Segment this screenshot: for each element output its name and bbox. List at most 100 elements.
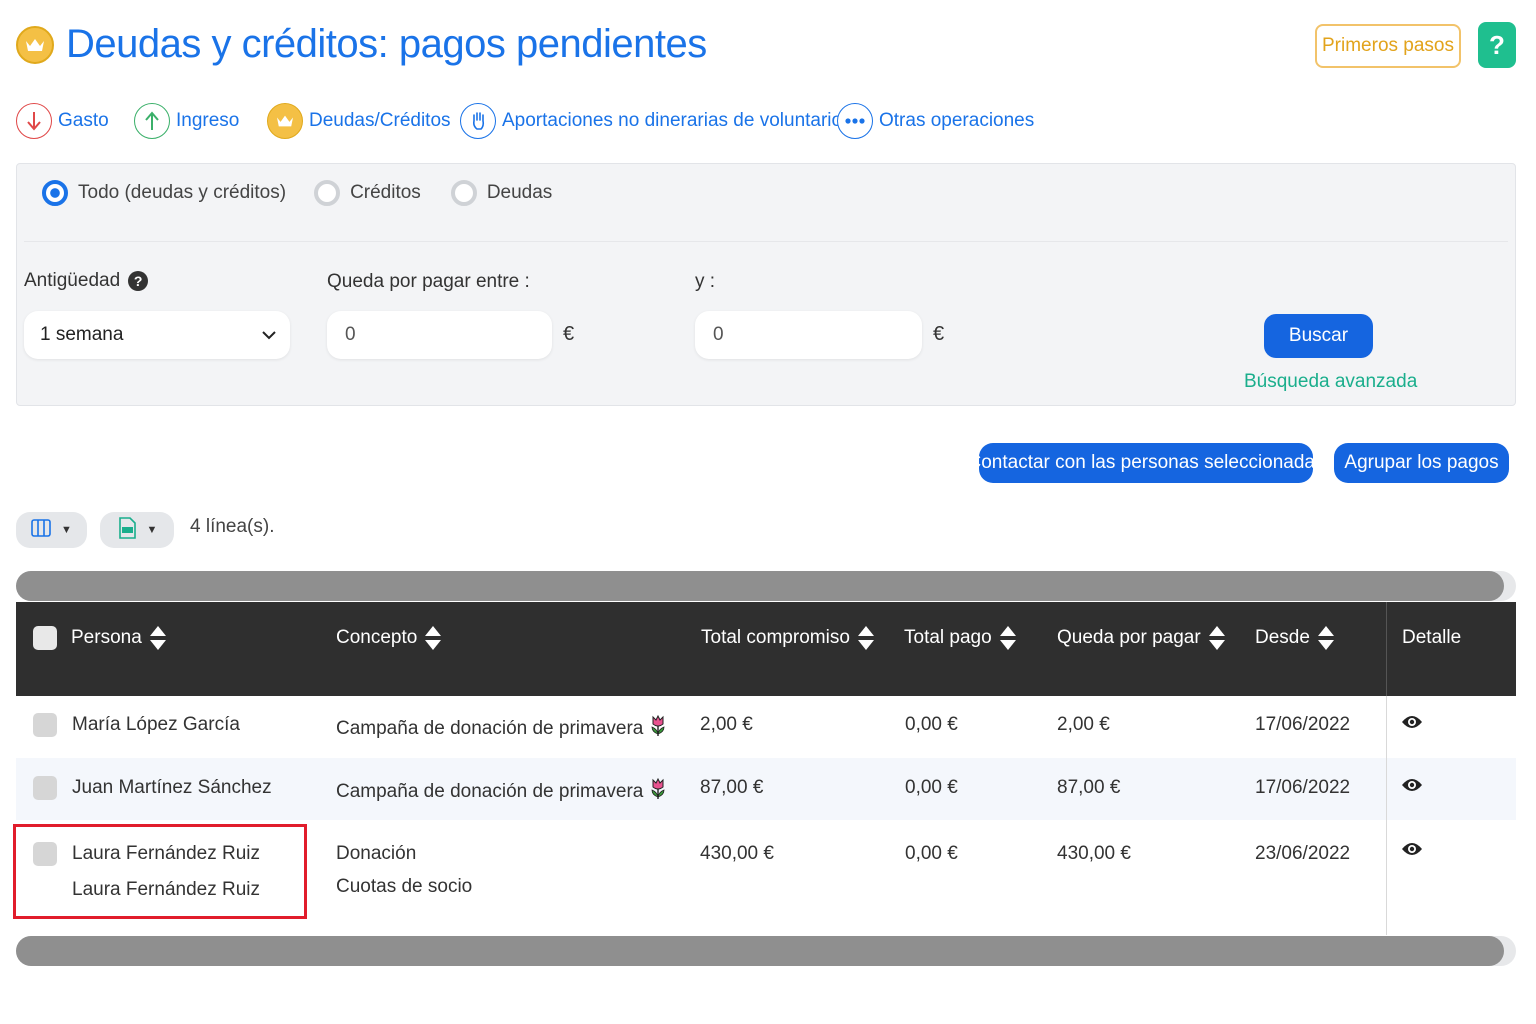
caret-down-icon: ▼ [61,524,72,536]
contactar-button[interactable]: Contactar con las personas seleccionadas [968,443,1325,483]
busqueda-avanzada-link[interactable]: Búsqueda avanzada [1244,371,1417,393]
cell-total-compromiso: 430,00 € [700,843,774,864]
crown-icon [267,103,303,139]
cell-persona[interactable]: Juan Martínez Sánchez [72,777,272,799]
filter-type-radios: Todo (deudas y créditos) Créditos Deudas [42,180,552,206]
antiguedad-value: 1 semana [40,324,124,345]
th-concepto-label: Concepto [336,627,418,648]
antiguedad-label: Antigüedad? [24,270,149,292]
y-label: y : [695,271,716,292]
cell-total-pago: 0,00 € [905,843,958,864]
panel-divider [24,241,1508,242]
cell-queda: 430,00 € [1057,843,1131,864]
max-currency: € [933,323,945,345]
table-scrollbar-top[interactable] [16,571,1516,601]
cell-total-pago: 0,00 € [905,777,958,798]
nav-gasto-label: Gasto [58,110,109,131]
antiguedad-label-text: Antigüedad [24,270,121,291]
nav-gasto[interactable]: Gasto [16,100,109,142]
arrow-down-icon [16,103,52,139]
cell-concepto: Campaña de donación de primavera [336,777,667,807]
header-divider [1386,602,1387,696]
more-dots-icon [837,103,873,139]
cell-queda: 87,00 € [1057,777,1121,798]
export-file-icon [117,516,137,544]
antiguedad-select[interactable]: 1 semana [24,311,290,359]
crown-icon [16,26,54,64]
highlight-box [13,824,307,919]
cell-desde: 17/06/2022 [1255,714,1351,735]
sort-icon[interactable] [857,626,874,650]
table-scrollbar-bottom[interactable] [16,936,1516,966]
select-all-checkbox[interactable] [33,626,57,650]
queda-label: Queda por pagar entre : [327,271,530,292]
arrow-up-icon [134,103,170,139]
primeros-pasos-button[interactable]: Primeros pasos [1315,24,1461,68]
eye-icon[interactable] [1401,714,1423,735]
cell-concepto-text: Campaña de donación de primavera [336,781,644,802]
cell-persona[interactable]: María López García [72,714,240,736]
cell-total-compromiso: 2,00 € [700,714,753,735]
cell-concepto: Campaña de donación de primavera [336,714,667,744]
columns-icon [31,518,51,542]
nav-otras-label: Otras operaciones [879,110,1035,131]
cell-concepto: Donación [336,843,417,864]
scrollbar-thumb[interactable] [16,571,1504,601]
th-detalle-label: Detalle [1402,627,1462,648]
th-queda-por-pagar: Queda por pagar [1057,602,1225,674]
row-checkbox[interactable] [33,713,57,737]
line-count: 4 línea(s). [190,516,275,537]
agrupar-pagos-button[interactable]: Agrupar los pagos [1334,443,1509,483]
export-menu-button[interactable]: ▼ [100,512,174,548]
th-detalle: Detalle [1402,602,1461,674]
nav-ingreso[interactable]: Ingreso [134,100,239,142]
nav-aportaciones[interactable]: Aportaciones no dinerarias de voluntario… [460,100,852,142]
eye-icon[interactable] [1401,841,1423,862]
radio-todo-label: Todo (deudas y créditos) [78,182,287,203]
sort-icon[interactable] [425,626,442,650]
scrollbar-thumb[interactable] [16,936,1504,966]
th-total-pago-label: Total pago [904,627,992,648]
nav-otras-operaciones[interactable]: Otras operaciones [837,100,1034,142]
cell-desde: 17/06/2022 [1255,777,1351,798]
min-amount-input[interactable]: 0 [327,311,552,359]
question-icon[interactable]: ? [128,270,149,291]
th-persona-label: Persona [71,627,142,648]
tulip-icon [649,714,667,744]
th-total-pago: Total pago [904,602,1016,674]
max-amount-input[interactable]: 0 [695,311,922,359]
th-desde-label: Desde [1255,627,1310,648]
radio-creditos-label: Créditos [350,182,421,203]
cell-total-pago: 0,00 € [905,714,958,735]
th-persona: Persona [33,602,166,674]
nav-aportaciones-label: Aportaciones no dinerarias de voluntario… [502,110,852,131]
radio-todo[interactable] [42,180,68,206]
sort-icon[interactable] [149,626,166,650]
cell-concepto-secondary: Cuotas de socio [336,876,473,897]
nav-deudas-creditos[interactable]: Deudas/Créditos [267,100,451,142]
detail-column-divider [1386,696,1387,935]
sort-icon[interactable] [999,626,1016,650]
th-concepto: Concepto [336,602,442,674]
eye-icon[interactable] [1401,777,1423,798]
help-button[interactable]: ? [1478,22,1516,68]
buscar-button[interactable]: Buscar [1264,314,1373,358]
radio-deudas[interactable] [450,180,477,206]
hand-icon [460,103,496,139]
sort-icon[interactable] [1208,626,1225,650]
min-currency: € [563,323,575,345]
tulip-icon [649,777,667,807]
cell-desde: 23/06/2022 [1255,843,1351,864]
nav-ingreso-label: Ingreso [176,110,240,131]
cell-queda: 2,00 € [1057,714,1110,735]
row-checkbox[interactable] [33,776,57,800]
th-total-compromiso-label: Total compromiso [701,627,850,648]
th-desde: Desde [1255,602,1334,674]
nav-deudas-label: Deudas/Créditos [309,110,451,131]
radio-deudas-label: Deudas [486,182,553,203]
sort-icon[interactable] [1317,626,1334,650]
caret-down-icon: ▼ [146,524,158,536]
columns-menu-button[interactable]: ▼ [16,512,87,548]
radio-creditos[interactable] [314,180,341,206]
cell-total-compromiso: 87,00 € [700,777,764,798]
